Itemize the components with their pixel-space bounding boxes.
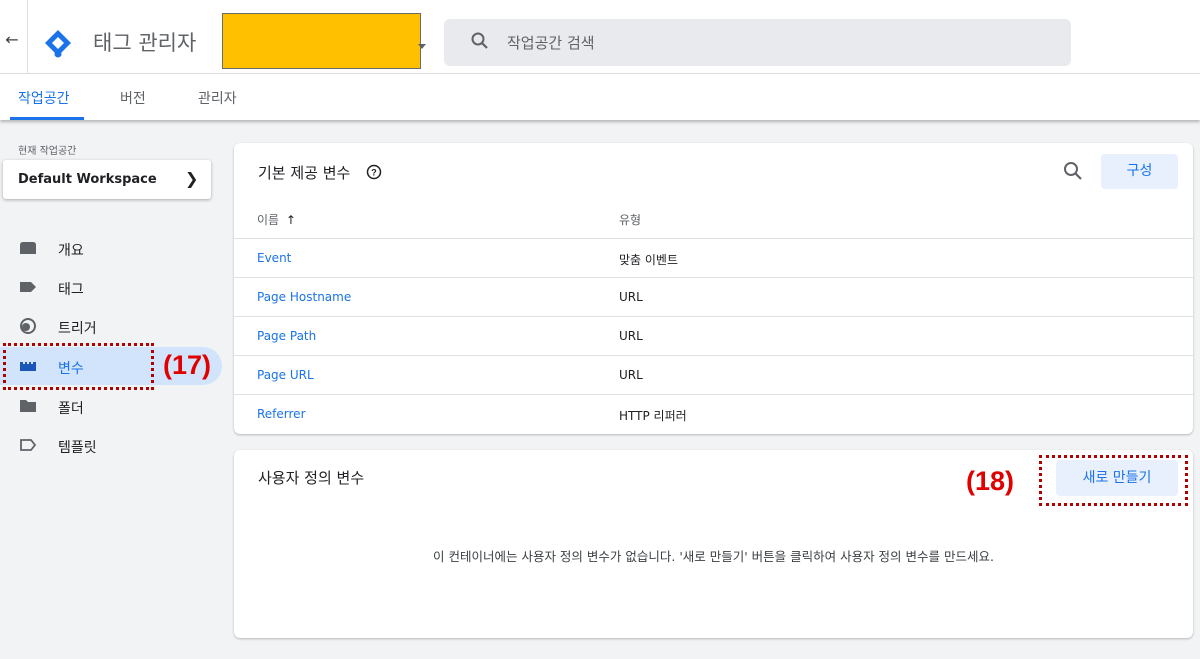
annotation-label-18: (18) xyxy=(966,466,1015,496)
user-defined-variables-title: 사용자 정의 변수 xyxy=(258,469,365,487)
sidebar-item-triggers[interactable]: 트리거 xyxy=(0,307,222,345)
empty-state-message: 이 컨테이너에는 사용자 정의 변수가 없습니다. '새로 만들기' 버튼을 클… xyxy=(433,549,994,564)
variable-name-link[interactable]: Referrer xyxy=(257,407,306,421)
variable-type: 맞춤 이벤트 xyxy=(619,253,679,267)
template-icon xyxy=(20,439,37,451)
sidebar-item-overview[interactable]: 개요 xyxy=(0,229,222,267)
sidebar-item-folders[interactable]: 폴더 xyxy=(0,387,222,425)
column-header-type: 유형 xyxy=(619,213,642,227)
sidebar-item-label: 트리거 xyxy=(58,321,97,337)
table-row: Page URL URL xyxy=(234,355,1193,394)
tag-icon xyxy=(20,282,36,292)
top-bar: ← 태그 관리자 작업공간 검색 xyxy=(0,0,1200,74)
tag-manager-logo-icon xyxy=(45,30,71,58)
workspace-selector[interactable]: Default Workspace ❯ xyxy=(3,160,211,199)
table-row: Page Path URL xyxy=(234,316,1193,355)
chevron-down-icon[interactable] xyxy=(418,44,426,49)
search-placeholder: 작업공간 검색 xyxy=(507,34,595,52)
account-selector-redacted[interactable] xyxy=(222,13,421,69)
variable-type: URL xyxy=(619,329,643,343)
chevron-right-icon: ❯ xyxy=(185,169,199,188)
workspace-name: Default Workspace xyxy=(18,172,157,187)
configure-button[interactable]: 구성 xyxy=(1101,154,1178,189)
current-workspace-label: 현재 작업공간 xyxy=(18,146,77,157)
variable-name-link[interactable]: Event xyxy=(257,251,291,265)
divider xyxy=(27,0,28,74)
sidebar-item-tags[interactable]: 태그 xyxy=(0,268,222,306)
variable-name-link[interactable]: Page Path xyxy=(257,329,316,343)
table-row: Page Hostname URL xyxy=(234,277,1193,316)
tab-bar: 작업공간 버전 관리자 xyxy=(0,74,1200,120)
annotation-label-17: (17) xyxy=(163,350,212,380)
search-icon xyxy=(471,32,488,49)
variable-type: HTTP 리퍼러 xyxy=(619,409,687,423)
active-tab-indicator xyxy=(10,117,84,120)
column-header-name-label: 이름 xyxy=(257,213,280,227)
overview-icon xyxy=(20,242,36,254)
search-icon[interactable] xyxy=(1062,160,1084,182)
folder-icon xyxy=(20,400,36,412)
builtin-variables-title: 기본 제공 변수 xyxy=(258,164,351,182)
variable-type: URL xyxy=(619,368,643,382)
help-icon[interactable]: ? xyxy=(366,164,382,180)
column-header-name[interactable]: 이름 ↑ xyxy=(257,211,296,228)
app-title: 태그 관리자 xyxy=(93,31,197,55)
annotation-box-variables xyxy=(3,343,154,390)
sidebar-item-label: 폴더 xyxy=(58,401,84,417)
table-row: Referrer HTTP 리퍼러 xyxy=(234,394,1193,433)
builtin-variables-card: 기본 제공 변수 ? 구성 이름 ↑ 유형 Event 맞춤 이벤트 Page … xyxy=(234,143,1193,434)
sidebar-item-label: 태그 xyxy=(58,282,84,298)
table-row: Event 맞춤 이벤트 xyxy=(234,238,1193,277)
variable-type: URL xyxy=(619,290,643,304)
arrow-up-icon: ↑ xyxy=(285,213,296,227)
trigger-icon xyxy=(20,318,36,334)
sidebar-item-label: 개요 xyxy=(58,243,84,259)
arrow-left-icon: ← xyxy=(5,30,19,49)
sidebar-item-templates[interactable]: 템플릿 xyxy=(0,426,222,464)
tab-workspace[interactable]: 작업공간 xyxy=(18,88,70,108)
tab-versions[interactable]: 버전 xyxy=(120,88,146,108)
sidebar-item-label: 템플릿 xyxy=(58,440,97,456)
annotation-box-new-button xyxy=(1039,455,1188,506)
svg-text:?: ? xyxy=(371,168,377,178)
variable-name-link[interactable]: Page Hostname xyxy=(257,290,351,304)
variable-name-link[interactable]: Page URL xyxy=(257,368,314,382)
tab-admin[interactable]: 관리자 xyxy=(198,88,237,108)
back-button[interactable]: ← xyxy=(2,30,22,50)
